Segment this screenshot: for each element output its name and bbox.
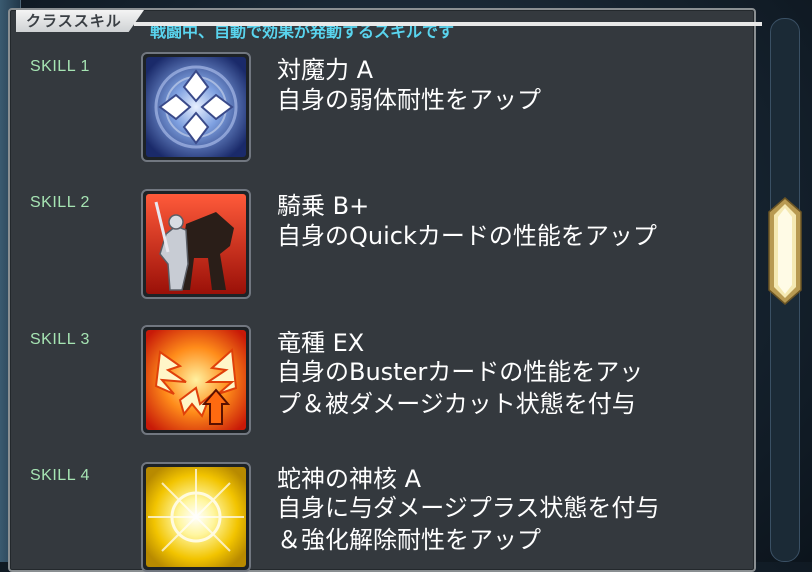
magic-resistance-icon xyxy=(146,57,246,157)
dragon-kind-icon xyxy=(146,330,246,430)
riding-icon xyxy=(146,194,246,294)
skill-3-name: 竜種 EX xyxy=(277,329,365,357)
skill-1-label: SKILL 1 xyxy=(30,58,90,75)
panel-header-rule xyxy=(134,22,762,26)
panel-tab-title: クラススキル xyxy=(26,12,122,30)
panel-tab: クラススキル xyxy=(16,10,144,32)
skill-2-label: SKILL 2 xyxy=(30,194,90,211)
skill-3-desc-line-1: 自身のBusterカードの性能をアッ xyxy=(277,358,644,386)
skill-3-description: 自身のBusterカードの性能をアッ プ＆被ダメージカット状態を付与 xyxy=(277,356,742,420)
skill-4-icon-frame[interactable] xyxy=(141,462,251,572)
skill-1-desc-line: 自身の弱体耐性をアップ xyxy=(277,86,541,114)
skill-4-label: SKILL 4 xyxy=(30,467,90,484)
scrollbar-thumb[interactable] xyxy=(767,196,803,306)
skill-4-desc-line-1: 自身に与ダメージプラス状態を付与 xyxy=(277,494,660,522)
skill-4-desc-line-2: ＆強化解除耐性をアップ xyxy=(277,526,541,554)
divine-core-icon xyxy=(146,467,246,567)
skill-3-desc-line-2: プ＆被ダメージカット状態を付与 xyxy=(277,390,636,418)
skill-4-name: 蛇神の神核 A xyxy=(277,465,422,493)
skill-1-icon-frame[interactable] xyxy=(141,52,251,162)
skill-2-icon-frame[interactable] xyxy=(141,189,251,299)
skill-3-icon-frame[interactable] xyxy=(141,325,251,435)
skill-2-description: 自身のQuickカードの性能をアップ xyxy=(277,220,742,252)
skill-2-desc-line: 自身のQuickカードの性能をアップ xyxy=(277,222,657,250)
skill-3-label: SKILL 3 xyxy=(30,331,90,348)
skill-1-name: 対魔力 A xyxy=(277,56,374,84)
skill-2-name: 騎乗 B+ xyxy=(277,192,370,220)
skill-4-description: 自身に与ダメージプラス状態を付与 ＆強化解除耐性をアップ xyxy=(277,492,742,556)
skill-1-description: 自身の弱体耐性をアップ xyxy=(277,84,742,116)
